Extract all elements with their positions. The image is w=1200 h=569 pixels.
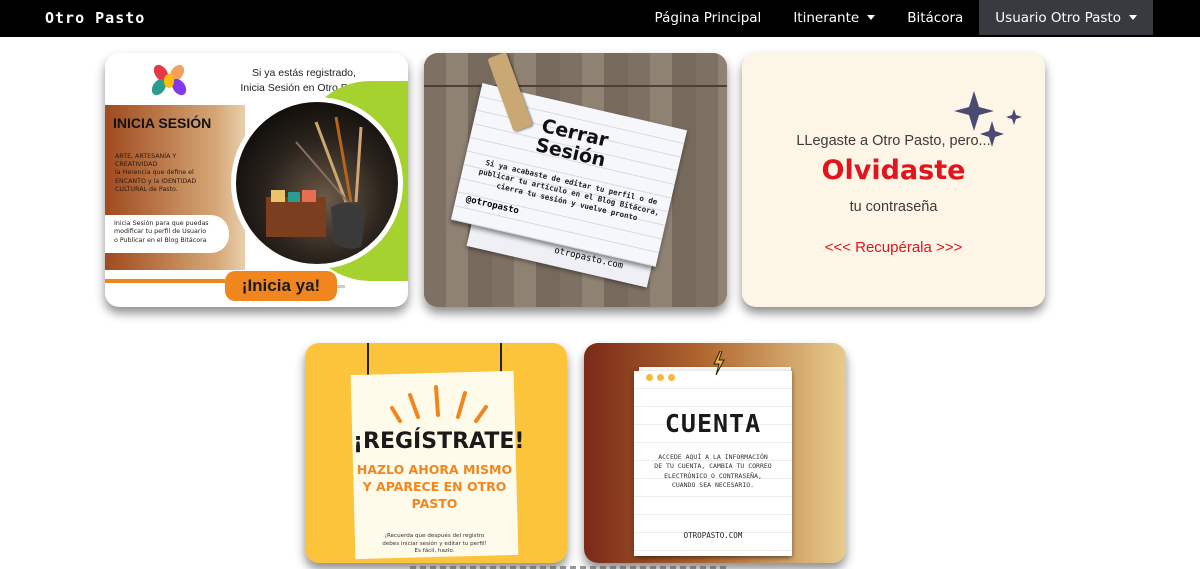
account-text-line: CUANDO SEA NECESARIO.: [671, 480, 755, 489]
orange-divider: [105, 279, 225, 283]
register-note: ¡Recuerda que después del registro debes…: [353, 533, 516, 556]
hands-logo-icon: [151, 64, 187, 96]
dot-icon: [668, 374, 675, 381]
art-supplies-photo: [236, 102, 398, 264]
inicia-ya-button[interactable]: ¡Inicia ya!: [225, 271, 337, 301]
lightning-icon: [713, 351, 725, 375]
forgot-line1: LLegaste a Otro Pasto, pero...: [796, 133, 991, 149]
account-text-line: ACCEDE AQUÍ A LA INFORMACIÓN: [658, 453, 768, 461]
forgot-line2: Olvidaste: [821, 155, 966, 186]
account-card[interactable]: CUENTA ACCEDE AQUÍ A LA INFORMACIÓN DE T…: [584, 343, 846, 563]
register-sub-line: HAZLO AHORA MISMO: [356, 462, 513, 477]
sunburst-icon: [390, 385, 488, 423]
login-note-line: o Publicar en el Blog Bitácora: [114, 236, 207, 244]
dot-icon: [657, 374, 664, 381]
nav-item-label: Itinerante: [793, 9, 860, 26]
paper-dots: [646, 374, 675, 381]
login-note-box: Inicia Sesión para que puedas modificar …: [105, 215, 229, 253]
nav-item-usuario-dropdown[interactable]: Usuario Otro Pasto: [979, 0, 1153, 35]
login-card[interactable]: Si ya estás registrado, Inicia Sesión en…: [105, 53, 408, 307]
login-desc-line: CREATIVIDAD: [115, 161, 158, 169]
register-note-line: Es fácil, hazlo.: [414, 548, 455, 555]
nav-item-label: Usuario Otro Pasto: [995, 9, 1121, 26]
account-text-line: DE TU CUENTA, CAMBIA TU CORREO: [654, 462, 772, 471]
register-title: ¡REGÍSTRATE!: [353, 429, 525, 454]
login-heading: INICIA SESIÓN: [113, 115, 212, 131]
top-navbar: Otro Pasto Página Principal Itinerante B…: [0, 0, 1200, 37]
login-desc-line: ENCANTO y la IDENTIDAD: [115, 177, 197, 185]
string-line: [424, 85, 727, 87]
register-note-line: ¡Recuerda que después del registro: [384, 533, 485, 539]
login-note-line: modificar tu perfil de Usuario: [114, 228, 207, 236]
nav-item-label: Página Principal: [654, 9, 762, 26]
register-subtitle: HAZLO AHORA MISMO Y APARECE EN OTRO PAST…: [353, 461, 516, 512]
logout-text: Si ya acabaste de editar tu perfil o de …: [473, 156, 665, 228]
account-site: OTROPASTO.COM: [683, 531, 743, 540]
logout-card[interactable]: otropasto.com Cerrar Sesión Si ya acabas…: [424, 53, 727, 307]
forgot-line3: tu contraseña: [849, 199, 938, 215]
nav-item-pagina-principal[interactable]: Página Principal: [639, 0, 778, 35]
nav-menu: Página Principal Itinerante Bitácora Usu…: [639, 0, 1153, 35]
register-card[interactable]: ¡REGÍSTRATE! HAZLO AHORA MISMO Y APARECE…: [305, 343, 567, 563]
caret-down-icon: [867, 15, 876, 20]
account-text-line: ELECTRÓNICO O CONTRASEÑA,: [664, 471, 762, 480]
login-note-line: Inicia Sesión para que puedas: [114, 220, 209, 227]
login-top-line1: Si ya estás registrado,: [252, 67, 356, 79]
nav-item-label: Bitácora: [907, 9, 964, 26]
register-sub-line: Y APARECE EN OTRO: [362, 479, 507, 494]
forgot-password-card[interactable]: LLegaste a Otro Pasto, pero... Olvidaste…: [742, 53, 1045, 307]
register-sub-line: PASTO: [411, 496, 458, 511]
nav-item-bitacora[interactable]: Bitácora: [891, 0, 979, 35]
caret-down-icon: [1129, 15, 1137, 20]
login-desc-line: la Herencia que define el: [115, 169, 194, 177]
login-desc-line: ARTE, ARTESANÍA Y: [115, 153, 177, 160]
logout-handle: @otropasto: [464, 194, 520, 217]
nav-item-itinerante-dropdown[interactable]: Itinerante: [777, 0, 891, 35]
logout-title: Cerrar Sesión: [533, 115, 612, 172]
login-desc-line: CULTURAL de Pasto.: [115, 185, 178, 193]
dot-icon: [646, 374, 653, 381]
paintbrush-icon: [266, 116, 366, 249]
brand-logo-link[interactable]: Otro Pasto: [45, 9, 145, 27]
account-title: CUENTA: [664, 409, 762, 438]
account-text: ACCEDE AQUÍ A LA INFORMACIÓN DE TU CUENT…: [634, 453, 792, 490]
recuperala-link[interactable]: <<< Recupérala >>>: [742, 239, 1045, 256]
login-description: ARTE, ARTESANÍA Y CREATIVIDAD la Herenci…: [115, 153, 230, 194]
